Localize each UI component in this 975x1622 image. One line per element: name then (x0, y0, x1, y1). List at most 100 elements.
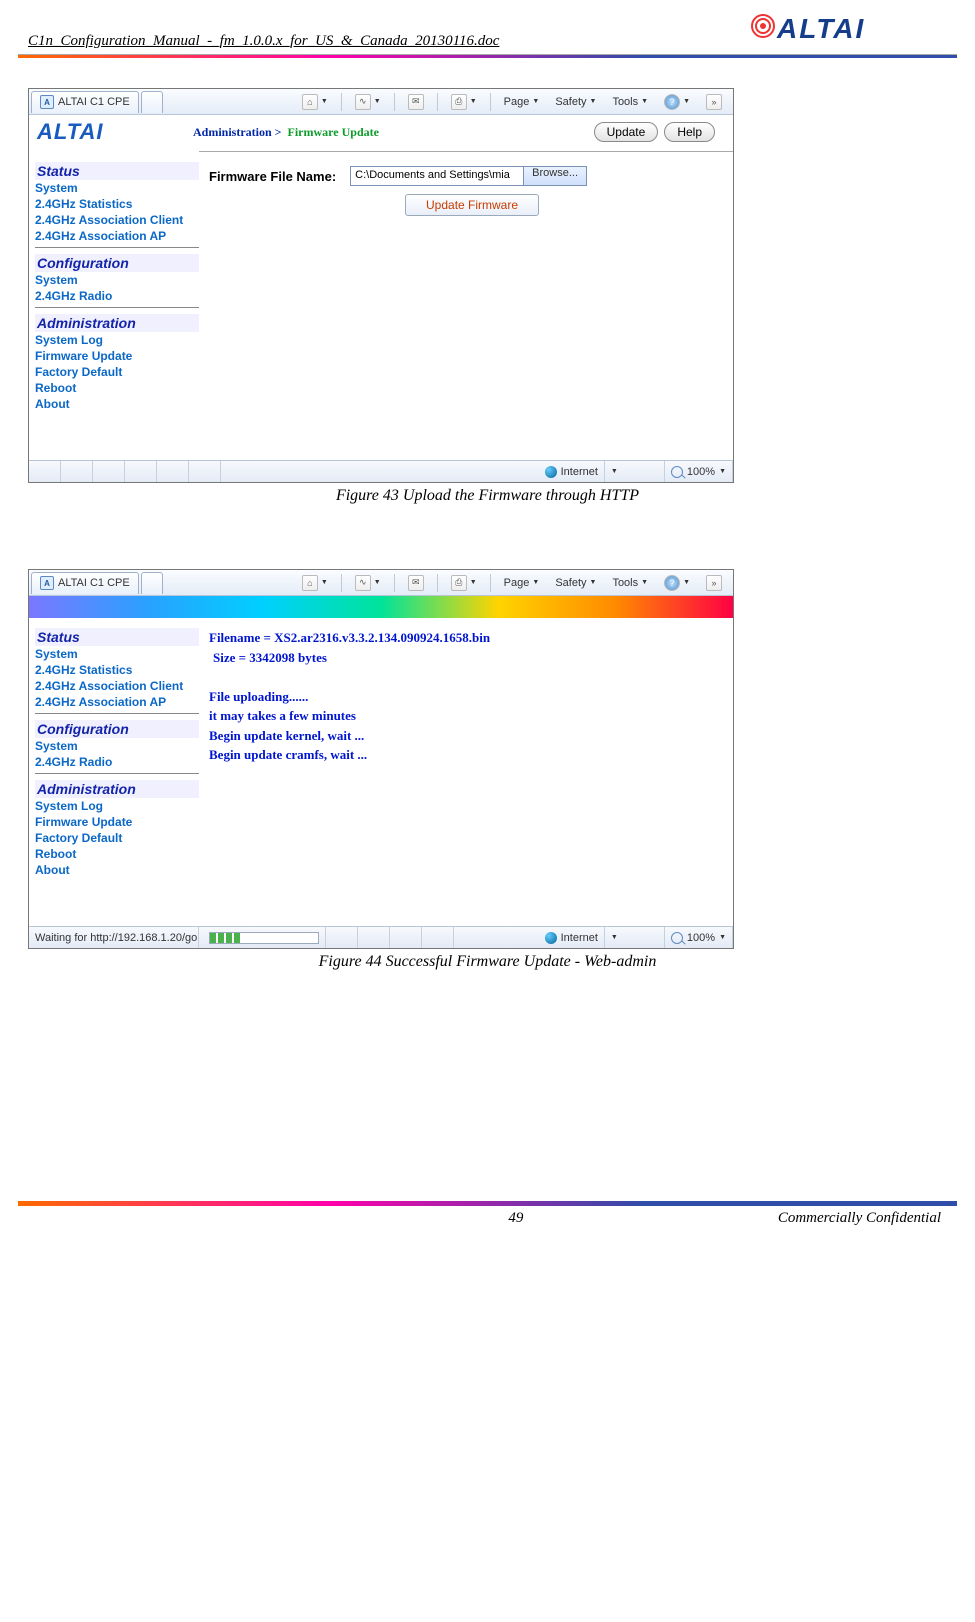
browser-tab[interactable]: A ALTAI C1 CPE (31, 91, 139, 113)
home-icon: ⌂ (302, 94, 318, 110)
sidebar-item-reboot[interactable]: Reboot (35, 380, 199, 396)
mail-button[interactable]: ✉ (405, 92, 427, 112)
feeds-button[interactable]: ∿▼ (352, 573, 384, 593)
zoom-control[interactable]: 100% ▼ (665, 461, 733, 482)
firmware-file-input[interactable]: C:\Documents and Settings\mia (350, 166, 524, 186)
sidebar-item-factory[interactable]: Factory Default (35, 830, 199, 846)
help-icon: ? (664, 94, 680, 110)
print-button[interactable]: ⎙▼ (448, 573, 480, 593)
expand-button[interactable]: » (703, 92, 725, 112)
print-icon: ⎙ (451, 94, 467, 110)
status-protect: ▼ (605, 461, 665, 482)
globe-icon (545, 932, 557, 944)
brand-logo: ALTAI (29, 115, 177, 149)
sidebar-item-firmware[interactable]: Firmware Update (35, 814, 199, 830)
expand-button[interactable]: » (703, 573, 725, 593)
figure-44-browser: A ALTAI C1 CPE ⌂▼ ∿▼ ✉ ⎙▼ Page ▼ Safety … (28, 569, 734, 949)
sidebar-heading-admin: Administration (35, 314, 199, 332)
breadcrumb-current: Firmware Update (288, 125, 379, 140)
mail-icon: ✉ (408, 575, 424, 591)
sidebar-item-system[interactable]: System (35, 180, 199, 196)
sidebar-item-stats[interactable]: 2.4GHz Statistics (35, 662, 199, 678)
sidebar-heading-config: Configuration (35, 720, 199, 738)
upload-status-3: Begin update kernel, wait ... (209, 726, 717, 746)
header-rule (18, 54, 957, 58)
sidebar-item-reboot[interactable]: Reboot (35, 846, 199, 862)
progress-bar (209, 932, 319, 944)
new-tab-button[interactable] (141, 572, 163, 594)
browse-button[interactable]: Browse... (524, 166, 587, 186)
globe-icon (545, 466, 557, 478)
browser-tab[interactable]: A ALTAI C1 CPE (31, 572, 139, 594)
sidebar-item-system[interactable]: System (35, 646, 199, 662)
mail-button[interactable]: ✉ (405, 573, 427, 593)
sidebar-heading-status: Status (35, 162, 199, 180)
firmware-file-label: Firmware File Name: (209, 169, 336, 184)
browser-toolbar: A ALTAI C1 CPE ⌂▼ ∿▼ ✉ ⎙▼ Page ▼ Safety … (29, 89, 733, 115)
browser-statusbar: Waiting for http://192.168.1.20/go Inter… (29, 926, 733, 948)
home-button[interactable]: ⌂▼ (299, 573, 331, 593)
new-tab-button[interactable] (141, 91, 163, 113)
zoom-icon (671, 466, 683, 478)
sidebar-item-about[interactable]: About (35, 396, 199, 412)
chevron-right-icon: » (706, 94, 722, 110)
upload-status-1: File uploading...... (209, 687, 717, 707)
page-menu[interactable]: Page ▼ (501, 94, 543, 110)
tab-title: ALTAI C1 CPE (58, 577, 130, 589)
main-pane: Filename = XS2.ar2316.v3.3.2.134.090924.… (199, 618, 733, 926)
doc-title: C1n_Configuration_Manual_-_fm_1.0.0.x_fo… (28, 33, 499, 50)
sidebar-item-syslog[interactable]: System Log (35, 798, 199, 814)
sidebar-item-assoc-ap[interactable]: 2.4GHz Association AP (35, 228, 199, 244)
sidebar-item-syslog[interactable]: System Log (35, 332, 199, 348)
browser-statusbar: Internet ▼ 100% ▼ (29, 460, 733, 482)
sidebar-heading-admin: Administration (35, 780, 199, 798)
mail-icon: ✉ (408, 94, 424, 110)
status-zone: Internet (539, 461, 605, 482)
browser-toolbar: A ALTAI C1 CPE ⌂▼ ∿▼ ✉ ⎙▼ Page ▼ Safety … (29, 570, 733, 596)
figure-43-browser: A ALTAI C1 CPE ⌂▼ ∿▼ ✉ ⎙▼ Page ▼ Safety … (28, 88, 734, 483)
print-button[interactable]: ⎙▼ (448, 92, 480, 112)
sidebar-item-firmware[interactable]: Firmware Update (35, 348, 199, 364)
sidebar: Status System 2.4GHz Statistics 2.4GHz A… (29, 618, 199, 926)
help-button[interactable]: ?▼ (661, 573, 693, 593)
help-button[interactable]: Help (664, 122, 715, 142)
sidebar-item-factory[interactable]: Factory Default (35, 364, 199, 380)
print-icon: ⎙ (451, 575, 467, 591)
sidebar-item-assoc-client[interactable]: 2.4GHz Association Client (35, 212, 199, 228)
sidebar-item-stats[interactable]: 2.4GHz Statistics (35, 196, 199, 212)
rainbow-banner (29, 596, 733, 618)
figure-43-caption: Figure 43 Upload the Firmware through HT… (0, 487, 975, 505)
home-button[interactable]: ⌂▼ (299, 92, 331, 112)
safety-menu[interactable]: Safety ▼ (552, 575, 599, 591)
sidebar-item-config-radio[interactable]: 2.4GHz Radio (35, 754, 199, 770)
update-button[interactable]: Update (594, 122, 659, 142)
status-zone: Internet (539, 927, 605, 948)
zoom-control[interactable]: 100% ▼ (665, 927, 733, 948)
sidebar-item-config-system[interactable]: System (35, 738, 199, 754)
sidebar-item-about[interactable]: About (35, 862, 199, 878)
sidebar-item-assoc-client[interactable]: 2.4GHz Association Client (35, 678, 199, 694)
sidebar-item-assoc-ap[interactable]: 2.4GHz Association AP (35, 694, 199, 710)
feeds-button[interactable]: ∿▼ (352, 92, 384, 112)
zoom-icon (671, 932, 683, 944)
page-number: 49 (254, 1210, 778, 1227)
footer-confidential: Commercially Confidential (778, 1210, 941, 1227)
altai-logo: ALTAI (747, 8, 947, 50)
update-firmware-button[interactable]: Update Firmware (405, 194, 539, 216)
safety-menu[interactable]: Safety ▼ (552, 94, 599, 110)
page-menu[interactable]: Page ▼ (501, 575, 543, 591)
upload-progress-text: Filename = XS2.ar2316.v3.3.2.134.090924.… (209, 628, 717, 765)
upload-status-4: Begin update cramfs, wait ... (209, 745, 717, 765)
home-icon: ⌂ (302, 575, 318, 591)
status-protect: ▼ (605, 927, 665, 948)
sidebar-item-config-system[interactable]: System (35, 272, 199, 288)
tools-menu[interactable]: Tools ▼ (609, 575, 651, 591)
tools-menu[interactable]: Tools ▼ (609, 94, 651, 110)
help-button[interactable]: ?▼ (661, 92, 693, 112)
upload-filename: Filename = XS2.ar2316.v3.3.2.134.090924.… (209, 628, 717, 648)
upload-status-2: it may takes a few minutes (209, 706, 717, 726)
sidebar-item-config-radio[interactable]: 2.4GHz Radio (35, 288, 199, 304)
favicon-icon: A (40, 576, 54, 590)
sidebar-heading-status: Status (35, 628, 199, 646)
breadcrumb: Administration > Firmware Update (193, 125, 379, 140)
